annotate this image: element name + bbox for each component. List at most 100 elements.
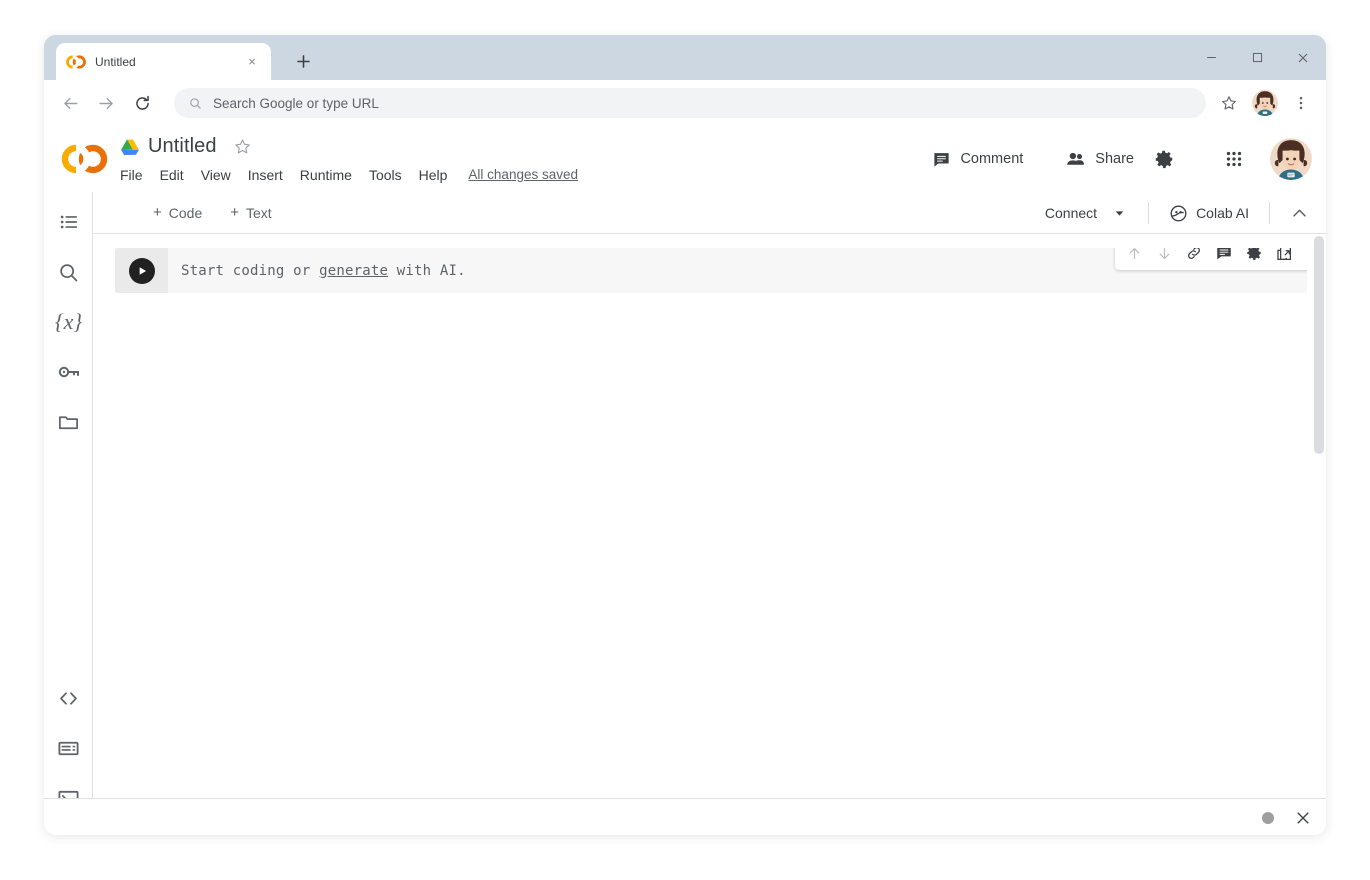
plus-icon — [294, 52, 313, 71]
colab-header: Untitled File Edit View Insert Runtime T… — [44, 126, 1326, 192]
address-bar-text: Search Google or type URL — [213, 96, 379, 111]
colab-ai-label: Colab AI — [1196, 205, 1249, 221]
run-play-icon — [135, 264, 149, 278]
add-text-cell-button[interactable]: + Text — [222, 201, 279, 225]
bookmark-star-icon[interactable] — [1214, 88, 1244, 118]
google-drive-icon[interactable] — [120, 138, 140, 156]
sidebar-top-group: {x} — [44, 192, 92, 447]
notebook-scrollbar[interactable] — [1312, 234, 1326, 835]
arrow-right-icon — [97, 94, 116, 113]
arrow-up-icon — [1126, 247, 1143, 262]
document-title[interactable]: Untitled — [148, 135, 217, 158]
mirror-cell-in-tab-button[interactable] — [1269, 247, 1299, 268]
arrow-left-icon — [61, 94, 80, 113]
code-cell-placeholder: Start coding or generate with AI. — [181, 263, 466, 279]
window-close-button[interactable] — [1280, 35, 1326, 80]
menu-edit[interactable]: Edit — [160, 167, 184, 183]
close-icon[interactable] — [1294, 809, 1312, 827]
menu-insert[interactable]: Insert — [248, 167, 283, 183]
settings-button[interactable] — [1144, 139, 1184, 179]
open-in-new-icon — [1275, 247, 1293, 262]
search-icon — [188, 96, 203, 111]
colab-ai-button[interactable]: Colab AI — [1161, 198, 1257, 229]
window-maximize-button[interactable] — [1234, 35, 1280, 80]
cell-settings-button[interactable] — [1239, 247, 1269, 268]
share-label: Share — [1095, 151, 1134, 167]
profile-avatar[interactable] — [1252, 90, 1278, 116]
code-cell-gutter — [115, 248, 168, 293]
toolbar-divider — [1269, 202, 1270, 224]
browser-omnibox-bar: Search Google or type URL — [44, 80, 1326, 126]
status-dot — [1262, 812, 1274, 824]
code-cell[interactable]: Start coding or generate with AI. — [114, 247, 1308, 294]
menu-view[interactable]: View — [201, 167, 231, 183]
delete-cell-button[interactable] — [1299, 247, 1308, 268]
sidebar-item-find-and-replace[interactable] — [44, 247, 93, 297]
browser-tabstrip: Untitled × — [44, 35, 1326, 80]
colab-title-block: Untitled File Edit View Insert Runtime T… — [120, 132, 578, 187]
sidebar-item-files[interactable] — [44, 397, 93, 447]
sidebar-item-code-snippets[interactable] — [44, 673, 93, 723]
reload-button[interactable] — [126, 87, 158, 119]
sidebar-item-variables[interactable]: {x} — [44, 297, 93, 347]
apps-grid-icon — [1223, 148, 1245, 170]
user-avatar[interactable] — [1270, 138, 1312, 180]
move-cell-down-button[interactable] — [1149, 247, 1179, 268]
apps-grid-button[interactable] — [1214, 139, 1254, 179]
add-code-label: Code — [169, 205, 202, 221]
maximize-icon — [1250, 50, 1265, 65]
connect-label: Connect — [1045, 205, 1097, 221]
comment-label: Comment — [960, 151, 1023, 167]
comment-icon — [932, 150, 951, 169]
copy-cell-link-button[interactable] — [1179, 247, 1209, 268]
chevron-up-icon — [1290, 204, 1309, 223]
toolbar-divider — [1148, 202, 1149, 224]
colab-toolbar-right: Connect — [1035, 192, 1316, 234]
add-comment-button[interactable] — [1209, 247, 1239, 268]
chevron-down-icon — [1113, 207, 1126, 220]
reload-icon — [133, 94, 152, 113]
window-minimize-button[interactable] — [1188, 35, 1234, 80]
collapse-toolbar-button[interactable] — [1282, 196, 1316, 230]
address-bar[interactable]: Search Google or type URL — [174, 88, 1206, 118]
forward-button[interactable] — [90, 87, 122, 119]
sidebar-item-table-of-contents[interactable] — [44, 197, 93, 247]
add-text-label: Text — [246, 205, 272, 221]
colab-logo[interactable] — [60, 143, 110, 175]
connect-button[interactable]: Connect — [1035, 199, 1136, 227]
colab-sidebar: {x} — [44, 192, 93, 835]
back-button[interactable] — [54, 87, 86, 119]
sidebar-item-command-palette[interactable] — [44, 723, 93, 773]
document-title-row: Untitled — [120, 132, 578, 162]
menu-runtime[interactable]: Runtime — [300, 167, 352, 183]
share-button[interactable]: Share — [1055, 141, 1144, 177]
search-icon — [57, 261, 80, 284]
arrow-down-icon — [1156, 247, 1173, 262]
menu-file[interactable]: File — [120, 167, 143, 183]
cell-actions-toolbar — [1115, 247, 1308, 270]
generate-with-ai-link[interactable]: generate — [319, 263, 388, 279]
window-controls — [1188, 35, 1326, 80]
sidebar-item-secrets[interactable] — [44, 347, 93, 397]
gear-icon — [1245, 247, 1263, 262]
add-code-cell-button[interactable]: + Code — [145, 201, 210, 225]
colab-toolbar: + Code + Text Connect — [44, 192, 1326, 234]
minimize-icon — [1204, 50, 1219, 65]
move-cell-up-button[interactable] — [1119, 247, 1149, 268]
three-dot-menu-icon[interactable] — [1286, 88, 1316, 118]
star-icon[interactable] — [233, 137, 252, 156]
new-tab-button[interactable] — [289, 47, 317, 75]
scrollbar-thumb[interactable] — [1314, 236, 1324, 454]
menu-help[interactable]: Help — [419, 167, 448, 183]
browser-window: Untitled × — [44, 35, 1326, 835]
close-tab-icon[interactable]: × — [243, 53, 261, 71]
colab-status-bar — [44, 799, 1326, 835]
command-palette-icon — [57, 737, 80, 760]
browser-tab-untitled[interactable]: Untitled × — [56, 43, 271, 80]
run-cell-button[interactable] — [129, 258, 155, 284]
save-status-label[interactable]: All changes saved — [468, 167, 578, 182]
menu-tools[interactable]: Tools — [369, 167, 402, 183]
key-icon — [57, 360, 81, 384]
code-brackets-icon — [57, 687, 80, 710]
comment-button[interactable]: Comment — [922, 141, 1033, 177]
